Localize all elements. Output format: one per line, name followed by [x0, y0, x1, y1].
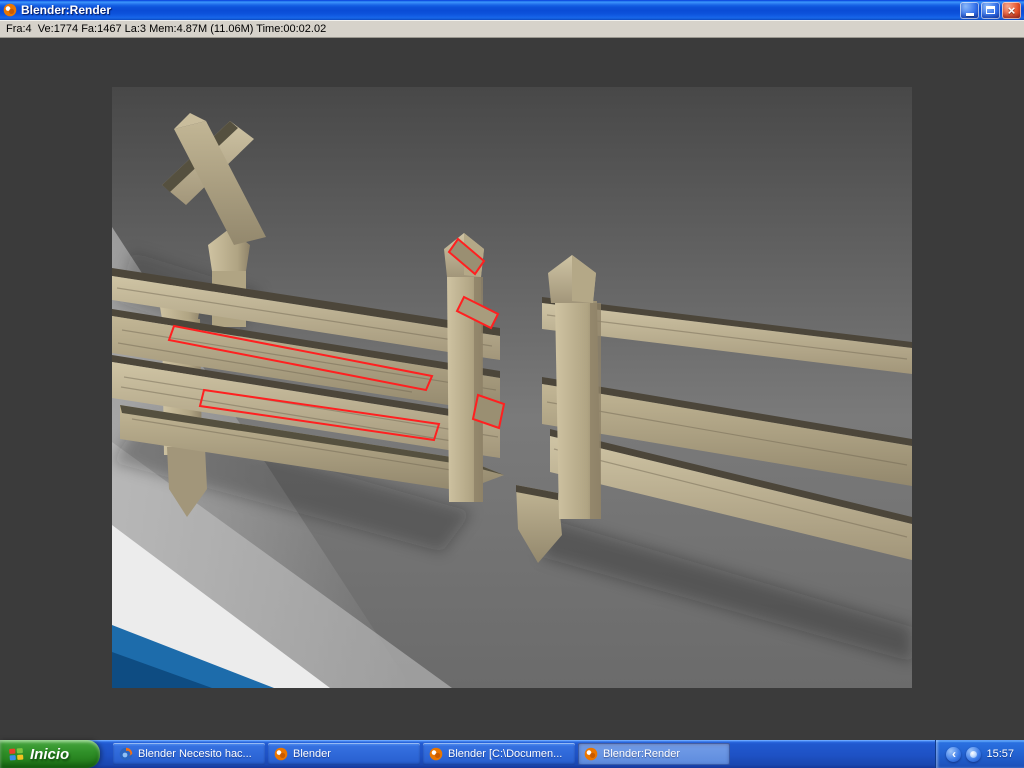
- windows-flag-icon: [9, 747, 24, 760]
- blender-render-window: Blender:Render × Fra:4 Ve:1774 Fa:1467 L…: [0, 0, 1024, 768]
- window-controls: ×: [958, 1, 1024, 19]
- blender-icon: [429, 747, 443, 761]
- taskbar: Inicio Blender Necesito hac... Blender B…: [0, 740, 1024, 768]
- task-button-blender-file[interactable]: Blender [C:\Documen...: [423, 743, 575, 765]
- blender-icon: [274, 747, 288, 761]
- clock[interactable]: 15:57: [986, 748, 1014, 760]
- titlebar: Blender:Render ×: [0, 0, 1024, 20]
- task-label: Blender:Render: [603, 748, 681, 760]
- start-button[interactable]: Inicio: [0, 740, 100, 768]
- task-label: Blender: [293, 748, 331, 760]
- tray-collapse-button[interactable]: ‹: [946, 746, 962, 762]
- chevron-left-icon: ‹: [951, 746, 956, 761]
- render-image: [112, 87, 912, 688]
- render-stats-text: Fra:4 Ve:1774 Fa:1467 La:3 Mem:4.87M (11…: [6, 23, 327, 35]
- window-title: Blender:Render: [21, 3, 112, 17]
- task-label: Blender Necesito hac...: [138, 748, 252, 760]
- render-workspace: [0, 38, 1024, 740]
- maximize-icon: [986, 6, 995, 14]
- firefox-icon: [119, 747, 133, 761]
- start-label: Inicio: [30, 745, 70, 763]
- task-button-blender-render[interactable]: Blender:Render: [578, 743, 730, 765]
- system-tray: ‹ 15:57: [935, 740, 1024, 768]
- task-button-blender[interactable]: Blender: [268, 743, 420, 765]
- blender-icon: [584, 747, 598, 761]
- close-icon: ×: [1007, 2, 1016, 18]
- blender-app-icon: [3, 3, 17, 17]
- tray-status-icon[interactable]: [966, 746, 982, 762]
- task-buttons: Blender Necesito hac... Blender Blender …: [113, 743, 730, 765]
- minimize-button[interactable]: [960, 1, 979, 19]
- minimize-icon: [965, 12, 974, 16]
- status-dot-icon: [970, 750, 978, 758]
- task-button-browser[interactable]: Blender Necesito hac...: [113, 743, 265, 765]
- task-label: Blender [C:\Documen...: [448, 748, 563, 760]
- maximize-button[interactable]: [981, 1, 1000, 19]
- render-stats-bar: Fra:4 Ve:1774 Fa:1467 La:3 Mem:4.87M (11…: [0, 20, 1024, 38]
- close-button[interactable]: ×: [1002, 1, 1021, 19]
